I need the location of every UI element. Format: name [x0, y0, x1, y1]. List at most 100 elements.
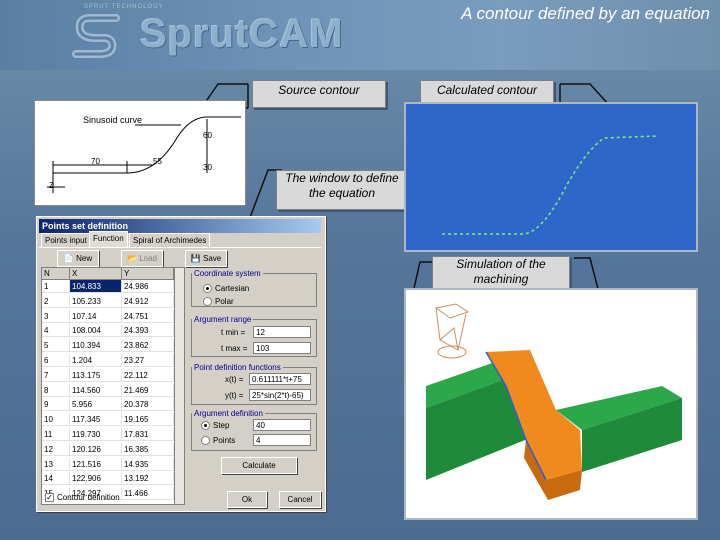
table-cell[interactable]: 24.986: [122, 280, 174, 293]
tab-divider: [39, 247, 321, 248]
table-row-number[interactable]: 8: [42, 383, 70, 397]
table-cell[interactable]: 22.112: [122, 368, 174, 382]
points-table[interactable]: N X Y 1 104.833 24.986 2 105.233 24.912 3 107.1…: [41, 267, 185, 505]
ok-button[interactable]: Ok: [227, 491, 267, 508]
table-row-number[interactable]: 13: [42, 457, 70, 471]
radio-cartesian[interactable]: [203, 284, 212, 293]
table-cell[interactable]: 23.27: [122, 354, 174, 367]
load-label: Load: [139, 254, 157, 263]
contour-checkbox[interactable]: ✓: [45, 493, 54, 502]
calculated-contour-panel: [404, 102, 698, 252]
table-cell[interactable]: 13.192: [122, 472, 174, 486]
table-row-number[interactable]: 1: [42, 280, 70, 293]
table-cell[interactable]: 120.126: [70, 442, 122, 456]
t-min-label: t min =: [221, 328, 246, 337]
new-icon: 📄: [63, 254, 74, 263]
table-cell[interactable]: 24.393: [122, 324, 174, 338]
t-min-field[interactable]: 12: [253, 326, 311, 338]
y-function-field[interactable]: 25*sin(2*t)-65): [249, 389, 311, 401]
table-cell[interactable]: 119.730: [70, 428, 122, 441]
argument-definition-legend: Argument definition: [194, 409, 263, 418]
column-header-x[interactable]: X: [70, 268, 122, 280]
step-label: Step: [213, 421, 230, 430]
x-function-label: x(t) =: [225, 375, 244, 384]
label-source-contour: Source contour: [252, 80, 386, 108]
table-cell[interactable]: 104.833: [70, 280, 122, 293]
dim-55: 55: [153, 157, 162, 166]
cartesian-label: Cartesian: [215, 284, 250, 293]
table-cell[interactable]: 122.906: [70, 472, 122, 486]
table-cell[interactable]: 5.956: [70, 398, 122, 412]
table-cell[interactable]: 19.165: [122, 413, 174, 427]
table-cell[interactable]: 20.378: [122, 398, 174, 412]
points-set-dialog: Points set definition Points input Funct…: [36, 216, 326, 512]
table-row-number[interactable]: 7: [42, 368, 70, 382]
tab-spiral[interactable]: Spiral of Archimedes: [129, 233, 211, 247]
table-cell[interactable]: 107.14: [70, 309, 122, 323]
save-label: Save: [202, 254, 222, 263]
table-row-number[interactable]: 6: [42, 354, 70, 367]
calculated-contour-viewport: [422, 124, 676, 242]
tab-points-input[interactable]: Points input: [41, 233, 91, 247]
table-cell[interactable]: 11.466: [122, 487, 174, 501]
new-button[interactable]: 📄 New: [57, 250, 99, 267]
polar-label: Polar: [215, 297, 234, 306]
contour-checkbox-label: Contour definition: [57, 493, 120, 502]
points-field[interactable]: 4: [253, 434, 311, 446]
table-row-number[interactable]: 4: [42, 324, 70, 338]
table-row-number[interactable]: 10: [42, 413, 70, 427]
point-functions-legend: Point definition functions: [194, 363, 281, 372]
table-cell[interactable]: 17.831: [122, 428, 174, 441]
table-row-number[interactable]: 3: [42, 309, 70, 323]
load-icon: 📂: [127, 254, 137, 263]
table-cell[interactable]: 117.345: [70, 413, 122, 427]
table-cell[interactable]: 24.912: [122, 294, 174, 308]
table-row-number[interactable]: 2: [42, 294, 70, 308]
points-label: Points: [213, 436, 236, 445]
dim-60: 60: [203, 131, 212, 140]
save-button[interactable]: 💾 Save: [185, 250, 227, 267]
axis-label: Z: [49, 181, 54, 190]
load-button[interactable]: 📂 Load: [121, 250, 163, 267]
t-max-field[interactable]: 103: [253, 342, 311, 354]
table-row-number[interactable]: 12: [42, 442, 70, 456]
table-row-number[interactable]: 9: [42, 398, 70, 412]
cancel-button[interactable]: Cancel: [279, 491, 321, 508]
table-cell[interactable]: 14.935: [122, 457, 174, 471]
table-cell[interactable]: 21.469: [122, 383, 174, 397]
source-contour-drawing: Sinusoid curve 60 30 70 55 Z: [34, 100, 246, 206]
table-scrollbar[interactable]: [174, 268, 184, 504]
radio-points[interactable]: [201, 436, 210, 445]
new-label: New: [76, 254, 93, 263]
simulation-panel: [404, 288, 698, 520]
table-cell[interactable]: 114.560: [70, 383, 122, 397]
column-header-n[interactable]: N: [42, 268, 70, 280]
table-row-number[interactable]: 5: [42, 339, 70, 353]
column-header-y[interactable]: Y: [122, 268, 174, 280]
table-cell[interactable]: 110.394: [70, 339, 122, 353]
radio-step[interactable]: [201, 421, 210, 430]
tab-function[interactable]: Function: [89, 231, 128, 247]
table-cell[interactable]: 23.862: [122, 339, 174, 353]
curve-label: Sinusoid curve: [83, 115, 143, 125]
machined-part-3d: [426, 303, 682, 500]
table-cell[interactable]: 105.233: [70, 294, 122, 308]
table-cell[interactable]: 121.516: [70, 457, 122, 471]
coord-system-legend: Coordinate system: [194, 269, 261, 278]
argument-range-legend: Argument range: [194, 315, 252, 324]
step-field[interactable]: 40: [253, 419, 311, 431]
table-cell[interactable]: 108.004: [70, 324, 122, 338]
table-cell[interactable]: 113.175: [70, 368, 122, 382]
table-cell[interactable]: 24.751: [122, 309, 174, 323]
calculate-button[interactable]: Calculate: [221, 457, 297, 474]
x-function-field[interactable]: 0.611111*t+75: [249, 373, 311, 385]
table-row-number[interactable]: 11: [42, 428, 70, 441]
dim-30: 30: [203, 163, 212, 172]
save-icon: 💾: [190, 254, 201, 263]
radio-polar[interactable]: [203, 297, 212, 306]
dialog-title: Points set definition: [39, 219, 321, 233]
table-cell[interactable]: 1.204: [70, 354, 122, 367]
table-cell[interactable]: 16.385: [122, 442, 174, 456]
y-function-label: y(t) =: [225, 391, 244, 400]
table-row-number[interactable]: 14: [42, 472, 70, 486]
